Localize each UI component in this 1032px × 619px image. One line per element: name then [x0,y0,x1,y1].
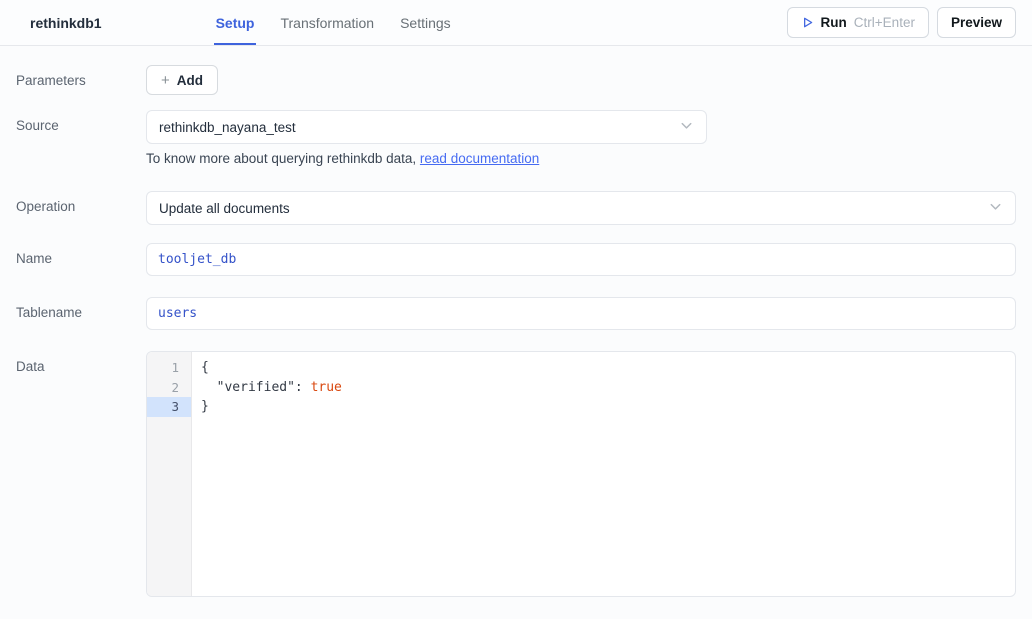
operation-row: Operation Update all documents [16,191,1016,225]
preview-button-label: Preview [951,15,1002,30]
tab-transformation[interactable]: Transformation [278,0,376,45]
query-setup-panel: Parameters + Add Source rethinkdb_nayana… [0,46,1032,597]
query-editor-header: rethinkdb1 Setup Transformation Settings… [0,0,1032,46]
tab-setup[interactable]: Setup [214,0,257,45]
run-button-label: Run [821,15,847,30]
add-parameter-label: Add [177,73,203,88]
data-label: Data [16,351,146,597]
chevron-down-icon [988,199,1003,217]
preview-button[interactable]: Preview [937,7,1016,38]
code-token-key: "verified" [201,380,295,395]
header-actions: Run Ctrl+Enter Preview [787,7,1016,38]
name-row: Name tooljet_db [16,243,1016,276]
name-label: Name [16,243,146,276]
code-line: "verified": true [201,378,1015,398]
code-line: { [201,358,1015,378]
tablename-input[interactable]: users [146,297,1016,330]
code-token-brace: { [201,360,209,375]
query-tabs: Setup Transformation Settings [214,0,453,45]
tab-settings[interactable]: Settings [398,0,453,45]
name-input-value: tooljet_db [158,252,236,267]
editor-gutter: 1 2 3 [147,352,192,596]
code-token-separator: : [295,380,311,395]
read-documentation-link[interactable]: read documentation [420,151,539,166]
source-helper-prefix: To know more about querying rethinkdb da… [146,151,420,166]
source-row: Source rethinkdb_nayana_test To know mor… [16,110,1016,166]
chevron-down-icon [679,118,694,136]
parameters-label: Parameters [16,65,146,95]
plus-icon: + [161,73,170,88]
code-line: } [201,397,1015,417]
source-helper-text: To know more about querying rethinkdb da… [146,151,1016,166]
name-input[interactable]: tooljet_db [146,243,1016,276]
operation-label: Operation [16,191,146,225]
parameters-row: Parameters + Add [16,65,1016,95]
code-token-brace: } [201,399,209,414]
run-button[interactable]: Run Ctrl+Enter [787,7,929,38]
add-parameter-button[interactable]: + Add [146,65,218,95]
editor-code-area[interactable]: { "verified": true } [192,352,1015,596]
tablename-input-value: users [158,306,197,321]
data-code-editor[interactable]: 1 2 3 { "verified": true } [146,351,1016,597]
line-number-active: 3 [147,397,191,417]
operation-select[interactable]: Update all documents [146,191,1016,225]
code-token-boolean: true [311,380,342,395]
source-select[interactable]: rethinkdb_nayana_test [146,110,707,144]
tablename-row: Tablename users [16,297,1016,330]
play-icon [801,16,814,29]
operation-select-value: Update all documents [159,201,290,216]
line-number: 2 [147,378,191,398]
tablename-label: Tablename [16,297,146,330]
query-name: rethinkdb1 [30,15,102,31]
run-shortcut-hint: Ctrl+Enter [854,15,915,30]
source-select-value: rethinkdb_nayana_test [159,120,296,135]
line-number: 1 [147,358,191,378]
source-label: Source [16,110,146,166]
data-row: Data 1 2 3 { "verified": true } [16,351,1016,597]
